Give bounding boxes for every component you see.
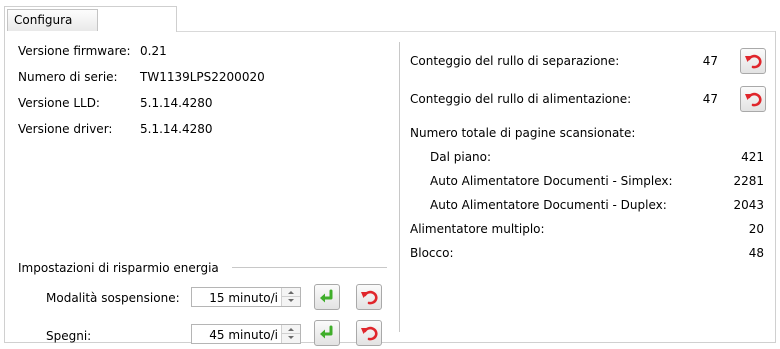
- undo-arrow-icon: [745, 54, 762, 69]
- feed-roller-label: Conteggio del rullo di alimentazione:: [410, 92, 632, 106]
- enter-arrow-icon: [320, 289, 333, 303]
- sleep-apply-button[interactable]: [314, 284, 340, 310]
- off-up-arrow-icon[interactable]: [282, 325, 300, 334]
- tab-configura[interactable]: Configura: [7, 9, 98, 31]
- flatbed-label: Dal piano:: [430, 150, 492, 164]
- total-pages-label: Numero totale di pagine scansionate:: [410, 126, 636, 140]
- serial-label: Numero di serie:: [18, 70, 118, 84]
- lld-value: 5.1.14.4280: [140, 96, 213, 110]
- power-saving-separator: [232, 267, 387, 268]
- power-saving-title: Impostazioni di risparmio energia: [18, 261, 219, 275]
- sleep-label: Modalità sospensione:: [46, 291, 180, 305]
- sleep-value: 15 minuto/i: [209, 291, 278, 305]
- adf-duplex-value: 2043: [733, 198, 764, 212]
- tab-label: Configura: [14, 13, 73, 27]
- multifeed-value: 20: [748, 222, 764, 236]
- undo-arrow-icon: [361, 290, 378, 305]
- adf-simplex-value: 2281: [733, 174, 764, 188]
- lld-label: Versione LLD:: [18, 96, 100, 110]
- separation-roller-reset-button[interactable]: [740, 48, 766, 74]
- off-down-arrow-icon[interactable]: [282, 334, 300, 343]
- jam-label: Blocco:: [410, 246, 454, 260]
- tab-strip: Configura: [4, 6, 177, 32]
- off-stepper[interactable]: 45 minuto/i: [191, 324, 301, 344]
- firmware-value: 0.21: [140, 44, 167, 58]
- off-apply-button[interactable]: [314, 320, 340, 346]
- driver-value: 5.1.14.4280: [140, 122, 213, 136]
- off-stepper-arrows: [281, 325, 300, 343]
- serial-value: TW1139LPS2200020: [140, 70, 265, 84]
- enter-arrow-icon: [320, 325, 333, 339]
- undo-arrow-icon: [361, 326, 378, 341]
- multifeed-label: Alimentatore multiplo:: [410, 222, 545, 236]
- jam-value: 48: [748, 246, 764, 260]
- sleep-reset-button[interactable]: [356, 284, 382, 310]
- off-reset-button[interactable]: [356, 320, 382, 346]
- sleep-stepper[interactable]: 15 minuto/i: [191, 287, 301, 307]
- sleep-down-arrow-icon[interactable]: [282, 297, 300, 306]
- off-value: 45 minuto/i: [209, 328, 278, 342]
- undo-arrow-icon: [745, 92, 762, 107]
- adf-simplex-label: Auto Alimentatore Documenti - Simplex:: [430, 174, 673, 188]
- firmware-label: Versione firmware:: [18, 44, 131, 58]
- feed-roller-value: 47: [702, 92, 718, 106]
- separation-roller-value: 47: [702, 54, 718, 68]
- sleep-stepper-arrows: [281, 288, 300, 306]
- feed-roller-reset-button[interactable]: [740, 86, 766, 112]
- off-label: Spegni:: [46, 329, 92, 343]
- driver-label: Versione driver:: [18, 122, 113, 136]
- separation-roller-label: Conteggio del rullo di separazione:: [410, 54, 620, 68]
- flatbed-value: 421: [741, 150, 764, 164]
- sleep-up-arrow-icon[interactable]: [282, 288, 300, 297]
- column-divider: [399, 42, 400, 332]
- adf-duplex-label: Auto Alimentatore Documenti - Duplex:: [430, 198, 667, 212]
